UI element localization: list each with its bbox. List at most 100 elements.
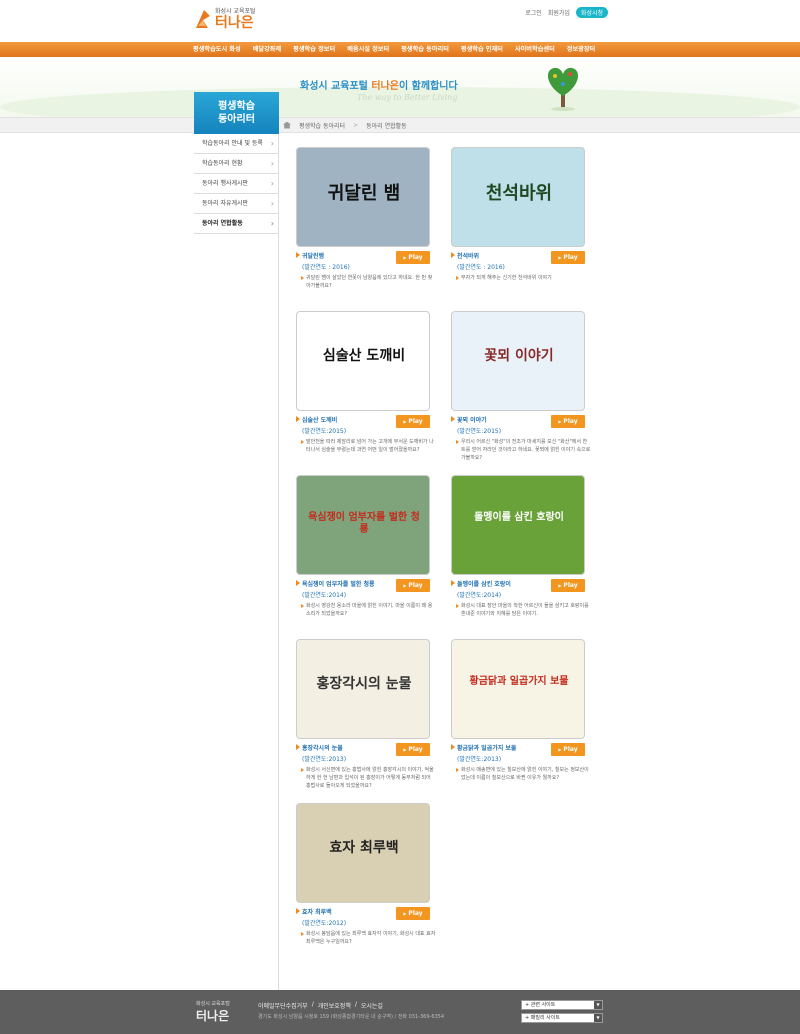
book-cover[interactable]: 욕심쟁이 엄부자를 벌한 청룡 [296, 475, 430, 575]
side-menu-item[interactable]: 동아리 행사게시판 › [194, 174, 278, 194]
book-card: 심술산 도깨비 심술산 도깨비 (발간연도:2015) 발안천을 따라 제암리로 넘어… [296, 311, 436, 453]
book-meta: 홍장각시의 눈물 (발간연도:2013) 화성시 서신면에 있는 홍법사에 얽힌 홍… [296, 743, 436, 789]
book-cover-title: 꽃뫼 이야기 [484, 348, 554, 364]
book-cover[interactable]: 심술산 도깨비 [296, 311, 430, 411]
side-menu-label: 학습동아리 현황 [202, 160, 243, 167]
footer-separator: / [354, 1001, 357, 1008]
side-menu-label: 학습동아리 안내 및 등록 [202, 140, 263, 147]
play-button[interactable]: Play [396, 579, 430, 592]
related-sites-select[interactable]: + 관련 사이트 [521, 1000, 603, 1010]
book-cover[interactable]: 황금닭과 일곱가지 보물 [451, 639, 585, 739]
book-card: 욕심쟁이 엄부자를 벌한 청룡욕심쟁이 엄부자를 벌한 청룡 (발간연도:2014… [296, 475, 436, 617]
privacy-policy-link[interactable]: 개인보호정책 [318, 1001, 351, 1010]
section-title-line-2: 동아리터 [218, 114, 255, 125]
nav-item[interactable]: 평생학습 동아리터 [401, 42, 449, 57]
side-menu-item[interactable]: 동아리 자유게시판 › [194, 194, 278, 214]
book-cover[interactable]: 효자 최루백 [296, 803, 430, 903]
book-meta: 꽃뫼 이야기 (발간연도:2015) 우리시 어르신 "화성"의 전조가 마세지를 … [451, 415, 591, 461]
chevron-right-icon: › [270, 139, 274, 148]
side-menu-label: 동아리 행사게시판 [202, 180, 249, 187]
chevron-right-icon: › [270, 159, 274, 168]
book-meta: 욕심쟁이 엄부자를 벌한 청룡 (발간연도:2014) 화성시 영강천 용소라 마을… [296, 579, 436, 617]
home-icon[interactable] [283, 121, 291, 129]
play-button[interactable]: Play [396, 415, 430, 428]
section-title-line-1: 평생학습 [218, 101, 255, 112]
book-cover-title: 귀달린 뱀 [327, 183, 401, 204]
chevron-right-icon: › [270, 199, 274, 208]
nav-item[interactable]: 평생학습 정보터 [293, 42, 335, 57]
side-menu-item[interactable]: 학습동아리 안내 및 등록 › [194, 134, 278, 154]
nav-item[interactable]: 정보광장터 [567, 42, 595, 57]
play-button[interactable]: Play [551, 743, 585, 756]
site-logo[interactable]: 화성시 교육포털 터나은 [194, 8, 256, 30]
utility-links: 로그인 회원가입 화성시청 [525, 7, 608, 18]
city-hall-link[interactable]: 화성시청 [575, 7, 608, 18]
book-description: 화성시 서신면에 있는 홍법사에 얽힌 홍장각시의 이야기, 억울하게 헌 헌 … [296, 766, 436, 790]
nav-item[interactable]: 사이버학습센터 [515, 42, 555, 57]
header: 화성시 교육포털 터나은 로그인 회원가입 화성시청 [0, 0, 800, 42]
book-cover[interactable]: 홍장각시의 눈물 [296, 639, 430, 739]
book-cover-title: 심술산 도깨비 [322, 348, 406, 364]
directions-link[interactable]: 오시는길 [361, 1001, 383, 1010]
book-meta: 황금닭과 일곱가지 보물 (발간연도:2013) 화성시 매송면에 있는 칠보산에 … [451, 743, 591, 781]
book-description: 화성시 봉담읍에 있는 최루백 효자각 이야기, 화성시 대표 효자 최루백은 … [296, 930, 436, 946]
book-description: 귀달린 뱀이 살았던 연못이 남양읍에 있다고 하네요. 한 번 찾아가볼까요? [296, 274, 436, 290]
main-nav: 평생학습도시 화성 배달강좌제 평생학습 정보터 배움시설 정보터 평생학습 동… [0, 42, 800, 57]
footer-logo: 화성시 교육포털 터나은 [196, 1000, 230, 1024]
book-cover-title: 돌멩이를 삼킨 호랑이 [474, 512, 564, 523]
slogan-english: The way to Better Living [357, 93, 458, 102]
logo-mark-icon [194, 8, 212, 30]
book-cover-title: 황금닭과 일곱가지 보물 [469, 676, 569, 687]
side-menu-item-active[interactable]: 동아리 연합활동 › [194, 214, 278, 234]
book-cover[interactable]: 천석바위 [451, 147, 585, 247]
slogan: 화성시 교육포털 터나은이 함께합니다 [300, 77, 458, 92]
family-sites-select[interactable]: + 패밀리 사이트 [521, 1013, 603, 1023]
book-cover[interactable]: 귀달린 뱀 [296, 147, 430, 247]
book-meta: 효자 최루백 (발간연도:2012) 화성시 봉담읍에 있는 최루백 효자각 이야기… [296, 907, 436, 945]
book-meta: 천석바위 (발간연도 : 2016) 부자가 되게 해주는 신기한 천석바위 이야기… [451, 251, 591, 285]
slogan-suffix: 이 함께합니다 [398, 81, 458, 92]
book-card: 돌멩이를 삼킨 호랑이돌멩이를 삼킨 호랑이 (발간연도:2014) 화성시 대표 … [451, 475, 591, 617]
signup-link[interactable]: 회원가입 [548, 8, 570, 17]
play-button[interactable]: Play [551, 415, 585, 428]
book-meta: 돌멩이를 삼킨 호랑이 (발간연도:2014) 화성시 대표 장안 마을의 착한 어… [451, 579, 591, 617]
book-description: 발안천을 따라 제암리로 넘어 가는 고개에 무서운 도깨비가 나타나서 심술을… [296, 438, 436, 454]
nav-item[interactable]: 배달강좌제 [253, 42, 281, 57]
chevron-right-icon: › [270, 179, 274, 188]
logo-sub: 화성시 교육포털 [215, 7, 256, 15]
play-button[interactable]: Play [396, 251, 430, 264]
side-menu-item[interactable]: 학습동아리 현황 › [194, 154, 278, 174]
login-link[interactable]: 로그인 [525, 8, 542, 17]
footer-logo-main: 터나은 [196, 1009, 230, 1023]
play-button[interactable]: Play [396, 907, 430, 920]
book-cover-title: 천석바위 [485, 183, 553, 204]
side-menu: 학습동아리 안내 및 등록 › 학습동아리 현황 › 동아리 행사게시판 › 동아리 … [194, 134, 279, 990]
footer: 화성시 교육포털 터나은 이메일무단수집거부 / 개인보호정책 / 오시는길 경… [0, 990, 800, 1034]
breadcrumb-item[interactable]: 평생학습 동아리터 [299, 121, 345, 130]
book-description: 우리시 어르신 "화성"의 전조가 마세지를 모신 "화산"에서 찬트를 얻어 … [451, 438, 591, 462]
nav-item[interactable]: 평생학습도시 화성 [193, 42, 241, 57]
play-button[interactable]: Play [396, 743, 430, 756]
book-cover[interactable]: 꽃뫼 이야기 [451, 311, 585, 411]
heart-tree-icon [538, 62, 588, 112]
side-menu-label: 동아리 연합활동 [202, 220, 243, 227]
footer-logo-sub: 화성시 교육포털 [196, 1001, 230, 1007]
nav-item[interactable]: 배움시설 정보터 [347, 42, 389, 57]
breadcrumb-separator: > [353, 121, 359, 129]
breadcrumb: 평생학습 동아리터 > 동아리 연합활동 [283, 117, 407, 133]
hero-visual: 화성시 교육포털 터나은이 함께합니다 The way to Better Li… [0, 57, 800, 117]
footer-address: 경기도 화성시 남양읍 시청로 159 (화성종합경기타운 내 순구역) / 전… [258, 1014, 445, 1020]
nav-item[interactable]: 평생학습 인재터 [461, 42, 503, 57]
book-card: 홍장각시의 눈물 홍장각시의 눈물 (발간연도:2013) 화성시 서신면에 있는 홍… [296, 639, 436, 789]
book-cover-title: 욕심쟁이 엄부자를 벌한 청룡 [308, 512, 420, 535]
email-policy-link[interactable]: 이메일무단수집거부 [258, 1001, 308, 1010]
book-meta: 귀달린뱀 (발간연도 : 2016) 귀달린 뱀이 살았던 연못이 남양읍에 있다고… [296, 251, 436, 289]
footer-links: 이메일무단수집거부 / 개인보호정책 / 오시는길 [258, 1001, 383, 1010]
book-description: 화성시 대표 장안 마을의 착한 어르신이 돌을 삼키고 호랑이를 혼내준 이야… [451, 602, 591, 618]
play-button[interactable]: Play [551, 251, 585, 264]
footer-separator: / [311, 1001, 314, 1008]
book-cover[interactable]: 돌멩이를 삼킨 호랑이 [451, 475, 585, 575]
slogan-prefix: 화성시 교육포털 [300, 81, 368, 92]
book-description: 화성시 매송면에 있는 칠보산에 얽힌 이야기, 칠보는 정보산이었는데 이름이… [451, 766, 591, 782]
play-button[interactable]: Play [551, 579, 585, 592]
